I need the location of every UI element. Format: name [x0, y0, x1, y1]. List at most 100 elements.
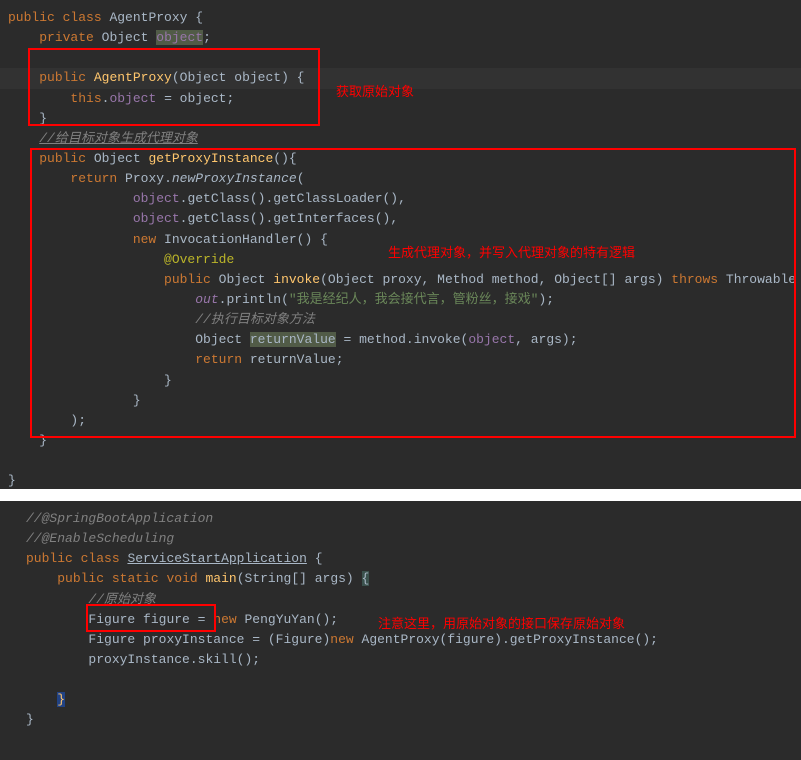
rbrace: }: [39, 433, 47, 448]
code-line[interactable]: Object returnValue = method.invoke(objec…: [0, 330, 801, 350]
code-line[interactable]: public Object getProxyInstance(){: [0, 149, 801, 169]
field-ref: object: [468, 332, 515, 347]
assign: = object: [156, 91, 226, 106]
exception: Throwable: [726, 272, 796, 287]
brace: {: [187, 10, 203, 25]
code-line[interactable]: out.println("我是经纪人，我会接代言，管粉丝，接戏");: [0, 290, 801, 310]
code-line[interactable]: return returnValue;: [0, 350, 801, 370]
semi: ;: [203, 30, 211, 45]
parens: (){: [273, 151, 296, 166]
var-ref: returnValue: [250, 352, 336, 367]
comment: //执行目标对象方法: [195, 312, 315, 327]
type: Object[]: [554, 272, 616, 287]
code-line[interactable]: [0, 670, 801, 690]
code-line[interactable]: //给目标对象生成代理对象: [0, 129, 801, 149]
class-name: AgentProxy: [109, 10, 187, 25]
ctor-params: (Object object) {: [172, 70, 305, 85]
method-call: getClassLoader: [273, 191, 382, 206]
code-line[interactable]: new InvocationHandler() {: [0, 230, 801, 250]
code-line[interactable]: }: [0, 710, 801, 730]
comma: ,: [398, 191, 406, 206]
code-line[interactable]: object.getClass().getClassLoader(),: [0, 189, 801, 209]
field-ref: object: [133, 211, 180, 226]
method-invoke: method.invoke(: [359, 332, 468, 347]
rbrace-highlighted: }: [57, 692, 65, 707]
anon-brace: () {: [297, 232, 328, 247]
kw-new: new: [330, 632, 353, 647]
code-line[interactable]: public static void main(String[] args) {: [0, 569, 801, 589]
comment: //原始对象: [88, 592, 156, 607]
semi: ;: [336, 352, 344, 367]
class-ref: PengYuYan: [244, 612, 314, 627]
kw-this: this: [70, 91, 101, 106]
kw-public: public: [39, 151, 86, 166]
args-end: , args): [515, 332, 570, 347]
annotation: @Override: [164, 252, 234, 267]
code-line[interactable]: //@SpringBootApplication: [0, 509, 801, 529]
code-line[interactable]: Figure figure = new PengYuYan();: [0, 610, 801, 630]
brace: {: [307, 551, 323, 566]
kw-class: class: [63, 10, 102, 25]
type: Method: [437, 272, 484, 287]
kw-class: class: [81, 551, 120, 566]
out-ref: out: [195, 292, 218, 307]
code-line[interactable]: object.getClass().getInterfaces(),: [0, 209, 801, 229]
panel-spacer: [0, 489, 801, 501]
field-ref: object: [133, 191, 180, 206]
code-line[interactable]: [0, 451, 801, 471]
code-line[interactable]: //原始对象: [0, 590, 801, 610]
rbrace: }: [26, 712, 34, 727]
semi: ;: [226, 91, 234, 106]
code-line[interactable]: public class AgentProxy {: [0, 8, 801, 28]
string-literal: "我是经纪人，我会接代言，管粉丝，接戏": [289, 292, 539, 307]
empty-call: ();: [315, 612, 338, 627]
kw-return: return: [195, 352, 242, 367]
code-line[interactable]: }: [0, 471, 801, 489]
code-line[interactable]: );: [0, 411, 801, 431]
method-call: getClass: [187, 211, 249, 226]
code-line[interactable]: return Proxy.newProxyInstance(: [0, 169, 801, 189]
kw-return: return: [70, 171, 117, 186]
type: Object: [219, 272, 266, 287]
code-line[interactable]: @Override: [0, 250, 801, 270]
comma: ,: [390, 211, 398, 226]
kw-new: new: [133, 232, 156, 247]
comment: //给目标对象生成代理对象: [39, 131, 198, 146]
code-editor-panel-1: public class AgentProxy { private Object…: [0, 0, 801, 489]
method-call: getClass: [187, 191, 249, 206]
code-line[interactable]: public AgentProxy(Object object) {: [0, 68, 801, 88]
cast: = (Figure): [244, 632, 330, 647]
args: (figure).: [440, 632, 510, 647]
type-object: Object: [102, 30, 149, 45]
code-line[interactable]: }: [0, 391, 801, 411]
field-ref: object: [109, 91, 156, 106]
code-line[interactable]: }: [0, 690, 801, 710]
code-line[interactable]: //@EnableScheduling: [0, 529, 801, 549]
method-call: println: [226, 292, 281, 307]
code-line[interactable]: [0, 48, 801, 68]
code-line[interactable]: this.object = object;: [0, 89, 801, 109]
code-line[interactable]: public class ServiceStartApplication {: [0, 549, 801, 569]
type: Object: [94, 151, 141, 166]
class-name: ServiceStartApplication: [127, 551, 306, 566]
code-line[interactable]: proxyInstance.skill();: [0, 650, 801, 670]
kw-void: void: [166, 571, 197, 586]
params: (Object proxy: [320, 272, 421, 287]
code-line[interactable]: }: [0, 431, 801, 451]
code-line[interactable]: //执行目标对象方法: [0, 310, 801, 330]
class-ref: InvocationHandler: [164, 232, 297, 247]
method-name: getProxyInstance: [148, 151, 273, 166]
kw-public: public: [57, 571, 104, 586]
comma: ,: [539, 272, 547, 287]
code-line[interactable]: public Object invoke(Object proxy, Metho…: [0, 270, 801, 290]
method-call: getInterfaces: [273, 211, 374, 226]
type-figure: Figure: [88, 612, 135, 627]
code-line[interactable]: private Object object;: [0, 28, 801, 48]
code-line[interactable]: Figure proxyInstance = (Figure)new Agent…: [0, 630, 801, 650]
kw-public: public: [39, 70, 86, 85]
dot: .: [164, 171, 172, 186]
comma: ,: [422, 272, 430, 287]
code-line[interactable]: }: [0, 109, 801, 129]
lparen: (: [297, 171, 305, 186]
code-line[interactable]: }: [0, 371, 801, 391]
